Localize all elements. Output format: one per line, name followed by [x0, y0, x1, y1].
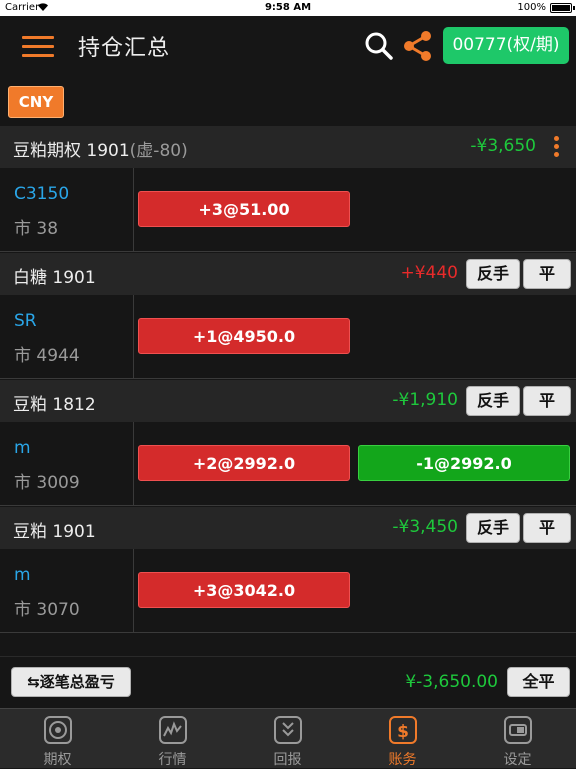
more-options-icon[interactable] [553, 134, 561, 160]
long-position-button[interactable]: +3@3042.0 [138, 572, 350, 608]
account-selector-button[interactable]: 00777(权/期) [443, 27, 569, 64]
currency-button[interactable]: CNY [8, 86, 64, 118]
contract-code: m [14, 438, 31, 458]
total-pnl: ¥-3,650.00 [405, 672, 498, 692]
long-position-button[interactable]: +1@4950.0 [138, 318, 350, 354]
market-price: 市 3070 [14, 600, 80, 620]
market-price: 市 38 [14, 219, 59, 239]
tab-label: 行情 [158, 752, 187, 768]
position-name: 白糖 1901 [13, 268, 96, 288]
detail-pnl-button[interactable]: ⇆逐笔总盈亏 [11, 667, 131, 697]
position-name: 豆粕 1812 [13, 395, 96, 415]
report-icon [274, 716, 302, 744]
currency-bar: CNY [0, 78, 576, 126]
tab-label: 期权 [43, 752, 72, 768]
position-header: 豆粕 1901 -¥3,450 反手 平 [0, 507, 576, 549]
battery-icon [550, 3, 572, 13]
contract-info: C3150 市 38 [0, 168, 134, 252]
contract-code: SR [14, 311, 37, 331]
reverse-button[interactable]: 反手 [466, 259, 520, 289]
settings-icon [504, 716, 532, 744]
share-icon[interactable] [402, 30, 434, 62]
tab-bar: 期权 行情 回报 $ 账务 设定 [0, 708, 576, 768]
close-all-button[interactable]: 全平 [507, 667, 570, 697]
tab-options[interactable]: 期权 [0, 709, 115, 769]
battery-tip [573, 6, 575, 10]
short-position-button[interactable]: -1@2992.0 [358, 445, 570, 481]
contract-code: C3150 [14, 184, 70, 204]
reverse-button[interactable]: 反手 [466, 513, 520, 543]
position-body: SR 市 4944 +1@4950.0 [0, 295, 576, 379]
page-title: 持仓汇总 [78, 36, 171, 61]
close-position-button[interactable]: 平 [523, 386, 571, 416]
position-moneyness: (虚-80) [129, 141, 188, 161]
long-position-button[interactable]: +2@2992.0 [138, 445, 350, 481]
reverse-button[interactable]: 反手 [466, 386, 520, 416]
position-name: 豆粕 1901 [13, 522, 96, 542]
position-body: m 市 3070 +3@3042.0 [0, 549, 576, 633]
svg-text:$: $ [397, 722, 409, 742]
battery-percent: 100% [517, 2, 546, 13]
clock: 9:58 AM [264, 2, 312, 13]
tab-label: 账务 [388, 752, 417, 768]
position-header: 豆粕 1812 -¥1,910 反手 平 [0, 380, 576, 422]
tab-settings[interactable]: 设定 [460, 709, 575, 769]
market-price: 市 4944 [14, 346, 80, 366]
top-nav: 持仓汇总 00777(权/期) [0, 16, 576, 78]
position-pnl: -¥1,910 [392, 390, 458, 410]
status-bar: Carrier 9:58 AM 100% [0, 0, 576, 16]
dollar-icon: $ [389, 716, 417, 744]
position-body: m 市 3009 +2@2992.0 -1@2992.0 [0, 422, 576, 506]
position-header: 白糖 1901 +¥440 反手 平 [0, 253, 576, 295]
summary-bar: ⇆逐笔总盈亏 ¥-3,650.00 全平 [0, 656, 576, 708]
contract-info: SR 市 4944 [0, 295, 134, 379]
target-icon [44, 716, 72, 744]
position-body: C3150 市 38 +3@51.00 [0, 168, 576, 252]
contract-info: m 市 3070 [0, 549, 134, 633]
contract-code: m [14, 565, 31, 585]
contract-info: m 市 3009 [0, 422, 134, 506]
market-price: 市 3009 [14, 473, 80, 493]
chart-icon [159, 716, 187, 744]
position-name: 豆粕期权 1901(虚-80) [13, 141, 188, 161]
close-position-button[interactable]: 平 [523, 513, 571, 543]
menu-icon[interactable] [22, 36, 54, 58]
long-position-button[interactable]: +3@51.00 [138, 191, 350, 227]
tab-label: 设定 [503, 752, 532, 768]
close-position-button[interactable]: 平 [523, 259, 571, 289]
position-header: 豆粕期权 1901(虚-80) -¥3,650 [0, 126, 576, 168]
tab-accounts[interactable]: $ 账务 [345, 709, 460, 769]
search-icon[interactable] [364, 31, 394, 61]
position-pnl: -¥3,650 [470, 136, 536, 156]
position-pnl: -¥3,450 [392, 517, 458, 537]
tab-report[interactable]: 回报 [230, 709, 345, 769]
tab-label: 回报 [273, 752, 302, 768]
position-pnl: +¥440 [400, 263, 458, 283]
tab-market[interactable]: 行情 [115, 709, 230, 769]
